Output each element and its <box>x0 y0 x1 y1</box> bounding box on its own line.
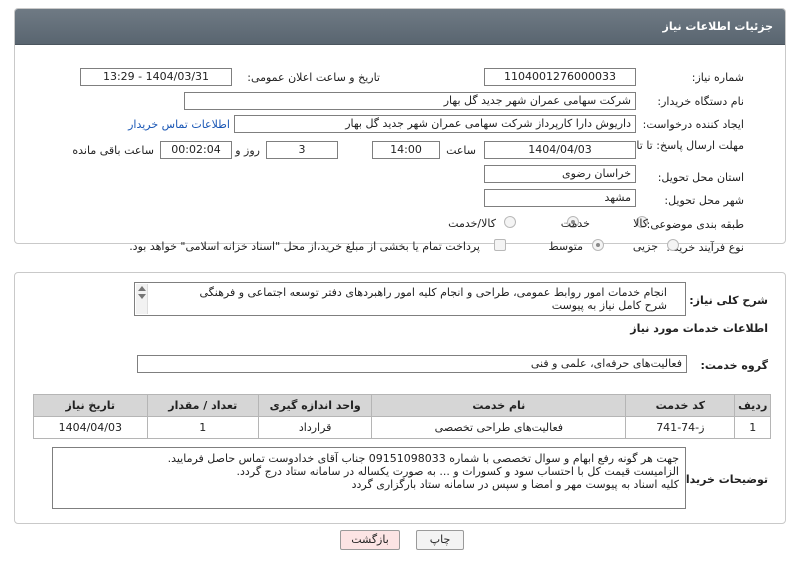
request-creator-label: ایجاد کننده درخواست: <box>642 118 744 131</box>
buyer-contact-link[interactable]: اطلاعات تماس خریدار <box>128 118 230 131</box>
buyer-notes-label: توضیحات خریدار: <box>675 473 768 486</box>
process-minor-label: جزیی <box>632 240 658 253</box>
buyer-notes-line-3: کلیه اسناد به پیوست مهر و امضا و سپس در … <box>351 478 679 491</box>
buyer-notes-line-2: الزامیست قیمت کل با احتساب سود و کسورات … <box>236 465 679 478</box>
deadline-time-field[interactable]: 14:00 <box>372 141 440 159</box>
category-goods-service-radio[interactable] <box>504 216 516 228</box>
cell-qty: 1 <box>146 416 259 439</box>
buyer-org-label: نام دستگاه خریدار: <box>657 95 744 108</box>
category-label: طبقه بندی موضوعی: <box>646 218 744 231</box>
request-creator-field[interactable]: داریوش دارا کارپرداز شرکت سهامی عمران شه… <box>234 115 636 133</box>
scroll-down-icon[interactable] <box>138 294 146 299</box>
back-button[interactable]: بازگشت <box>340 530 400 550</box>
announce-datetime-field[interactable]: 1404/03/31 - 13:29 <box>80 68 232 86</box>
category-goods-service-label: کالا/خدمت <box>448 217 496 230</box>
cell-row: 1 <box>734 416 771 439</box>
process-minor-radio[interactable] <box>667 239 679 251</box>
province-field[interactable]: خراسان رضوی <box>484 165 636 183</box>
need-number-field[interactable]: 1104001276000033 <box>484 68 636 86</box>
summary-label: شرح کلی نیاز: <box>689 294 768 307</box>
cell-date: 1404/04/03 <box>33 416 148 439</box>
buyer-org-field[interactable]: شرکت سهامی عمران شهر جدید گل بهار <box>184 92 636 110</box>
col-unit-header: واحد اندازه گیری <box>257 394 373 417</box>
deadline-time-label: ساعت <box>446 144 476 157</box>
panel-title: جزئیات اطلاعات نیاز <box>662 20 774 33</box>
services-section-title: اطلاعات خدمات مورد نیاز <box>630 322 768 335</box>
service-group-field[interactable]: فعالیت‌های حرفه‌ای، علمی و فنی <box>137 355 687 373</box>
buyer-notes-textarea[interactable]: جهت هر گونه رفع ابهام و سوال تخصصی با شم… <box>52 447 686 509</box>
category-service-label: خدمت <box>560 217 590 230</box>
panel-header: جزئیات اطلاعات نیاز <box>15 9 785 45</box>
cell-name: فعالیت‌های طراحی تخصصی <box>371 416 627 439</box>
col-code-header: کد خدمت <box>625 394 736 417</box>
treasury-payment-checkbox[interactable] <box>494 239 506 251</box>
scroll-up-icon[interactable] <box>138 286 146 291</box>
treasury-payment-note: پرداخت تمام یا بخشی از مبلغ خرید،از محل … <box>129 240 480 253</box>
city-field[interactable]: مشهد <box>484 189 636 207</box>
province-label: استان محل تحویل: <box>657 171 744 184</box>
category-goods-label: کالا <box>633 217 648 230</box>
summary-textarea[interactable]: انجام خدمات امور روابط عمومی، طراحی و ان… <box>134 282 686 316</box>
col-name-header: نام خدمت <box>371 394 627 417</box>
announce-datetime-label: تاریخ و ساعت اعلان عمومی: <box>247 71 380 84</box>
deadline-date-field[interactable]: 1404/04/03 <box>484 141 636 159</box>
services-table: ردیف کد خدمت نام خدمت واحد اندازه گیری ت… <box>33 394 771 439</box>
deadline-label: مهلت ارسال پاسخ: تا تاریخ: <box>617 139 744 152</box>
city-label: شهر محل تحویل: <box>664 194 744 207</box>
table-row: 1 ز-74-741 فعالیت‌های طراحی تخصصی قراردا… <box>33 416 771 439</box>
summary-line-2: شرح کامل نیاز به پیوست <box>551 299 667 312</box>
cell-code: ز-74-741 <box>625 416 736 439</box>
print-button[interactable]: چاپ <box>416 530 464 550</box>
process-medium-label: متوسط <box>548 240 583 253</box>
need-number-label: شماره نیاز: <box>691 71 744 84</box>
col-row-header: ردیف <box>734 394 771 417</box>
remaining-time-field[interactable]: 00:02:04 <box>160 141 232 159</box>
process-medium-radio[interactable] <box>592 239 604 251</box>
summary-line-1: انجام خدمات امور روابط عمومی، طراحی و ان… <box>199 286 667 299</box>
col-qty-header: تعداد / مقدار <box>146 394 259 417</box>
remaining-days-field[interactable]: 3 <box>266 141 338 159</box>
summary-scrollbar[interactable] <box>136 284 148 314</box>
buyer-notes-line-1: جهت هر گونه رفع ابهام و سوال تخصصی با شم… <box>167 452 679 465</box>
days-label: روز و <box>235 144 260 157</box>
col-date-header: تاریخ نیاز <box>33 394 148 417</box>
service-group-label: گروه خدمت: <box>700 359 768 372</box>
remaining-time-label: ساعت باقی مانده <box>72 144 154 157</box>
cell-unit: قرارداد <box>257 416 373 439</box>
table-header-row: ردیف کد خدمت نام خدمت واحد اندازه گیری ت… <box>33 394 771 417</box>
